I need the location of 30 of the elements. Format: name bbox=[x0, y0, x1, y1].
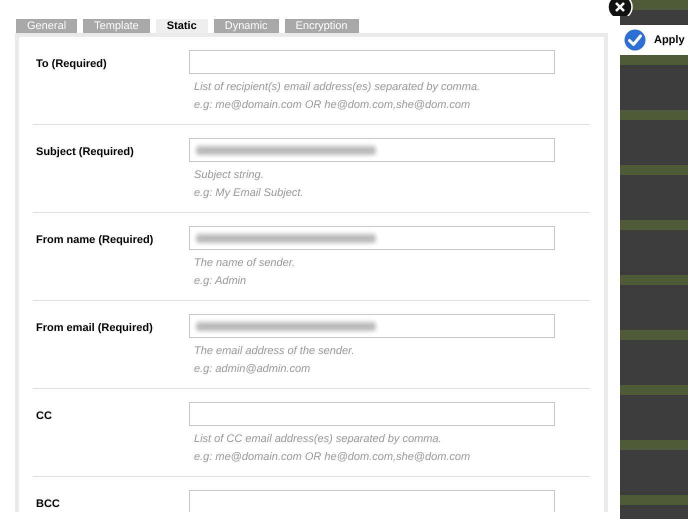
apply-button[interactable]: Apply bbox=[620, 25, 688, 55]
field-label: To (Required) bbox=[35, 57, 108, 72]
field-hint: e.g: Admin bbox=[193, 274, 248, 289]
input-field[interactable] bbox=[189, 314, 555, 338]
input-field[interactable] bbox=[189, 490, 555, 512]
tab[interactable]: General bbox=[16, 19, 78, 33]
field-hint: List of CC email address(es) separated by comma. bbox=[193, 432, 443, 447]
field-label: Subject (Required) bbox=[35, 145, 135, 160]
input-field[interactable] bbox=[189, 50, 555, 74]
tab[interactable]: Template bbox=[83, 19, 150, 33]
field-hint: e.g: My Email Subject. bbox=[193, 186, 304, 201]
field-hint: e.g: admin@admin.com bbox=[193, 362, 312, 377]
field-hint: Subject string. bbox=[193, 168, 265, 183]
field-hint: List of recipient(s) email address(es) separated by comma. bbox=[193, 80, 482, 95]
tab[interactable]: Encryption bbox=[284, 19, 359, 33]
input-field[interactable] bbox=[189, 402, 555, 426]
input-field[interactable] bbox=[189, 138, 555, 162]
field-hint: e.g: me@domain.com OR he@dom.com,she@dom.com bbox=[193, 98, 472, 113]
field-hint: The name of sender. bbox=[193, 256, 296, 271]
field-label: BCC bbox=[35, 497, 61, 512]
input-field[interactable] bbox=[189, 226, 555, 250]
field-hint: e.g: me@domain.com OR he@dom.com,she@dom.com bbox=[193, 450, 472, 465]
close-icon[interactable] bbox=[607, 0, 633, 16]
check-icon bbox=[624, 29, 646, 51]
field-label: From email (Required) bbox=[35, 321, 154, 336]
tab[interactable]: Dynamic bbox=[214, 19, 279, 33]
field-hint: The email address of the sender. bbox=[193, 344, 356, 359]
field-label: CC bbox=[35, 409, 53, 424]
tab[interactable]: Static bbox=[156, 19, 208, 33]
field-label: From name (Required) bbox=[35, 233, 154, 248]
